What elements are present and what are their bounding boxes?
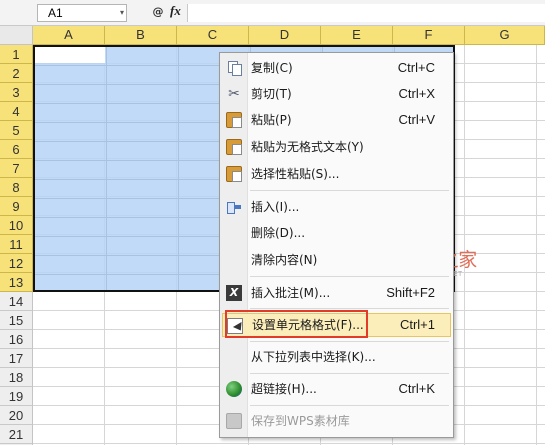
- row-header-15[interactable]: 15: [0, 311, 33, 330]
- menu-item-shortcut: Ctrl+1: [399, 317, 435, 332]
- column-header-b[interactable]: B: [105, 26, 177, 45]
- menu-item-label: 删除(D)...: [251, 226, 306, 240]
- copy-icon: [226, 60, 242, 76]
- menu-item-label: 超链接(H)...: [251, 382, 317, 396]
- name-box-value: A1: [48, 6, 63, 20]
- context-menu: 复制(C) Ctrl+C ✂ 剪切(T) Ctrl+X 粘贴(P) Ctrl+V…: [219, 52, 454, 438]
- select-all-corner[interactable]: [0, 26, 33, 45]
- menu-item-paste-special[interactable]: 选择性粘贴(S)...: [222, 162, 451, 186]
- row-header-20[interactable]: 20: [0, 406, 33, 425]
- menu-item-label: 复制(C): [251, 61, 293, 75]
- row-header-18[interactable]: 18: [0, 368, 33, 387]
- column-header-f[interactable]: F: [393, 26, 465, 45]
- column-header-g[interactable]: G: [465, 26, 545, 45]
- column-header-d[interactable]: D: [249, 26, 321, 45]
- column-header-e[interactable]: E: [321, 26, 393, 45]
- row-header-19[interactable]: 19: [0, 387, 33, 406]
- row-header-5[interactable]: 5: [0, 121, 33, 140]
- menu-separator: [250, 190, 449, 191]
- highlight-annotation-box: [225, 310, 368, 338]
- menu-item-shortcut: Ctrl+X: [398, 86, 435, 101]
- row-header-12[interactable]: 12: [0, 254, 33, 273]
- menu-item-copy[interactable]: 复制(C) Ctrl+C: [222, 56, 451, 80]
- paste-icon: [226, 112, 242, 128]
- menu-item-hyperlink[interactable]: 超链接(H)... Ctrl+K: [222, 377, 451, 401]
- row-header-21[interactable]: 21: [0, 425, 33, 444]
- name-box[interactable]: A1 ▾: [37, 4, 127, 22]
- menu-item-cut[interactable]: ✂ 剪切(T) Ctrl+X: [222, 82, 451, 106]
- formula-input[interactable]: [187, 4, 545, 22]
- row-header-17[interactable]: 17: [0, 349, 33, 368]
- menu-separator: [250, 405, 449, 406]
- menu-item-pick-from-list[interactable]: 从下拉列表中选择(K)...: [222, 345, 451, 369]
- row-header-1[interactable]: 1: [0, 45, 33, 64]
- column-header-a[interactable]: A: [33, 26, 105, 45]
- menu-item-label: 插入(I)...: [251, 200, 300, 214]
- menu-item-label: 粘贴(P): [251, 113, 292, 127]
- active-cell[interactable]: [35, 47, 105, 63]
- row-header-7[interactable]: 7: [0, 159, 33, 178]
- comment-icon: X: [226, 285, 242, 301]
- insert-icon: [226, 199, 242, 215]
- menu-item-paste-plain-text[interactable]: 粘贴为无格式文本(Y): [222, 135, 451, 159]
- menu-item-shortcut: Shift+F2: [386, 285, 435, 300]
- menu-item-shortcut: Ctrl+K: [398, 381, 435, 396]
- menu-item-label: 清除内容(N): [251, 253, 318, 267]
- menu-item-save-to-wps-library: 保存到WPS素材库: [222, 409, 451, 433]
- row-header-9[interactable]: 9: [0, 197, 33, 216]
- row-header-4[interactable]: 4: [0, 102, 33, 121]
- menu-item-paste[interactable]: 粘贴(P) Ctrl+V: [222, 108, 451, 132]
- menu-item-delete[interactable]: 删除(D)...: [222, 221, 451, 245]
- wps-library-icon: [226, 413, 242, 429]
- menu-separator: [250, 373, 449, 374]
- paste-special-icon: [226, 166, 242, 182]
- menu-item-shortcut: Ctrl+C: [397, 60, 435, 75]
- menu-item-label: 插入批注(M)...: [251, 286, 331, 300]
- row-header-6[interactable]: 6: [0, 140, 33, 159]
- row-header-16[interactable]: 16: [0, 330, 33, 349]
- row-header-11[interactable]: 11: [0, 235, 33, 254]
- menu-item-insert-comment[interactable]: X 插入批注(M)... Shift+F2: [222, 281, 451, 305]
- zoom-icon[interactable]: @: [151, 5, 165, 19]
- column-header-c[interactable]: C: [177, 26, 249, 45]
- menu-separator: [250, 341, 449, 342]
- scissors-icon: ✂: [228, 86, 240, 102]
- menu-item-label: 剪切(T): [251, 87, 292, 101]
- row-header-10[interactable]: 10: [0, 216, 33, 235]
- chevron-down-icon[interactable]: ▾: [120, 5, 124, 21]
- menu-item-label: 选择性粘贴(S)...: [251, 167, 340, 181]
- formula-bar: A1 ▾ @ fx: [0, 0, 545, 26]
- menu-separator: [250, 308, 449, 309]
- menu-item-shortcut: Ctrl+V: [398, 112, 435, 127]
- function-icon[interactable]: fx: [170, 3, 181, 19]
- menu-item-label: 保存到WPS素材库: [251, 414, 350, 428]
- menu-item-label: 从下拉列表中选择(K)...: [251, 350, 376, 364]
- menu-separator: [250, 276, 449, 277]
- column-headers: A B C D E F G: [33, 26, 545, 45]
- row-header-3[interactable]: 3: [0, 83, 33, 102]
- row-header-13[interactable]: 13: [0, 273, 33, 292]
- menu-item-label: 粘贴为无格式文本(Y): [251, 140, 364, 154]
- hyperlink-icon: [226, 381, 242, 397]
- menu-item-insert[interactable]: 插入(I)...: [222, 195, 451, 219]
- row-header-2[interactable]: 2: [0, 64, 33, 83]
- menu-item-clear-contents[interactable]: 清除内容(N): [222, 248, 451, 272]
- row-header-8[interactable]: 8: [0, 178, 33, 197]
- paste-plain-icon: [226, 139, 242, 155]
- row-header-14[interactable]: 14: [0, 292, 33, 311]
